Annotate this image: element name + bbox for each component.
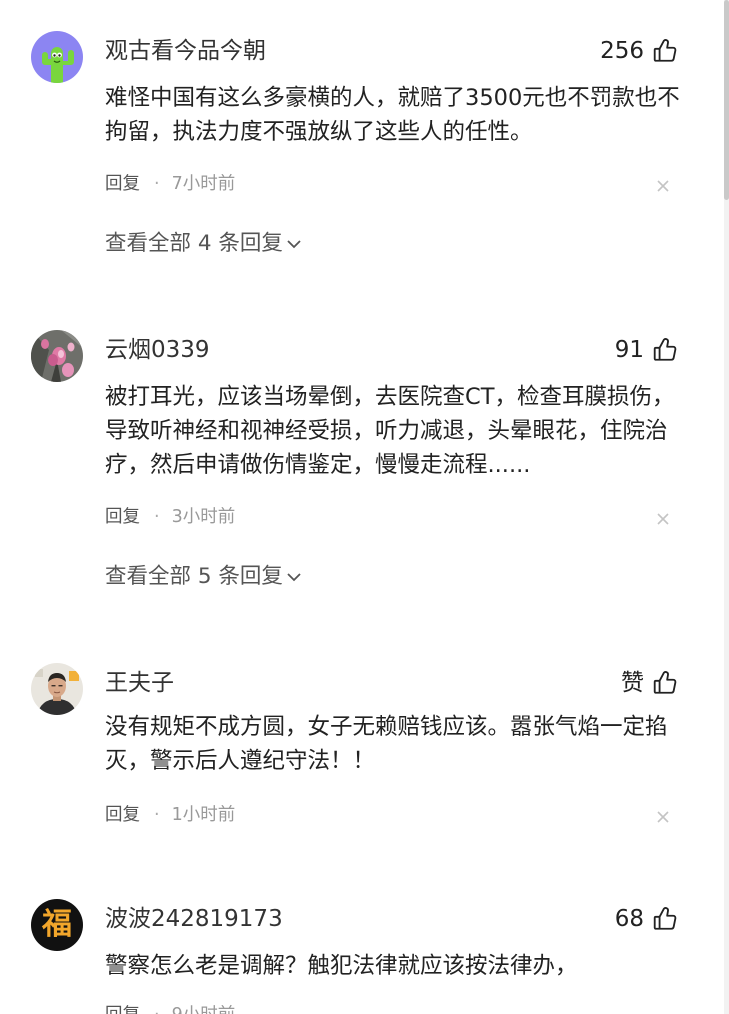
separator: · xyxy=(154,1003,160,1014)
comment-meta: 回复 · 7小时前 xyxy=(105,172,235,196)
timestamp: 3小时前 xyxy=(171,507,236,527)
like-button[interactable]: 256 xyxy=(600,35,678,67)
avatar[interactable] xyxy=(31,31,83,83)
comment-item: 云烟0339 91 被打耳光，应该当场晕倒，去医院查CT，检查耳膜损伤，导致听神… xyxy=(0,330,724,600)
username[interactable]: 观古看今品今朝 xyxy=(105,35,266,67)
close-icon[interactable] xyxy=(656,810,670,824)
timestamp: 9小时前 xyxy=(172,1003,236,1014)
comment-meta: 回复 · 3小时前 xyxy=(105,505,235,529)
comment-text: 被打耳光，应该当场晕倒，去医院查CT，检查耳膜损伤，导致听神经和视神经受损，听力… xyxy=(105,384,675,478)
thumbs-up-icon xyxy=(653,671,677,694)
timestamp: 7小时前 xyxy=(171,174,236,194)
cactus-avatar-icon xyxy=(31,31,83,83)
comment-text: 没有规矩不成方圆，女子无赖赔钱应该。嚣张气焰一定掐灭，警示后人遵纪守法！！ xyxy=(105,714,668,774)
comment-text: 警察怎么老是调解？触犯法律就应该按法律办， xyxy=(105,953,578,979)
like-button[interactable]: 91 xyxy=(615,334,678,366)
comment-item: 王夫子 赞 没有规矩不成方圆，女子无赖赔钱应该。嚣张气焰一定掐灭，警示后人遵纪守… xyxy=(0,663,724,853)
comment-item: 观古看今品今朝 256 难怪中国有这么多豪横的人，就赔了3500元也不罚款也不拘… xyxy=(0,31,724,291)
avatar[interactable] xyxy=(31,663,83,715)
comment-meta: 回复 · 9小时前 xyxy=(105,1003,235,1014)
timestamp: 1小时前 xyxy=(171,805,236,825)
avatar[interactable] xyxy=(31,330,83,382)
username[interactable]: 波波242819173 xyxy=(105,903,283,935)
flower-photo-avatar-icon xyxy=(31,330,83,382)
thumbs-up-icon xyxy=(653,338,677,361)
like-count: 68 xyxy=(614,906,644,932)
username[interactable]: 王夫子 xyxy=(105,667,174,699)
scrollbar-thumb[interactable] xyxy=(724,0,729,200)
avatar[interactable]: 福 xyxy=(31,899,83,951)
view-replies-link[interactable]: 查看全部 5 条回复 xyxy=(105,562,303,592)
reply-button[interactable]: 回复 xyxy=(105,172,140,196)
like-count: 赞 xyxy=(621,670,644,696)
reply-button[interactable]: 回复 xyxy=(105,803,140,827)
comment-text: 难怪中国有这么多豪横的人，就赔了3500元也不罚款也不拘留，执法力度不强放纵了这… xyxy=(105,85,680,145)
reply-button[interactable]: 回复 xyxy=(105,1003,140,1014)
username[interactable]: 云烟0339 xyxy=(105,334,210,366)
separator: · xyxy=(154,507,160,527)
reply-button[interactable]: 回复 xyxy=(105,505,140,529)
like-button[interactable]: 赞 xyxy=(621,667,678,699)
separator: · xyxy=(154,174,160,194)
chevron-down-icon xyxy=(287,573,301,582)
close-icon[interactable] xyxy=(656,179,670,193)
comment-item: 福 波波242819173 68 警察怎么老是调解？触犯法律就应该按法律办， 回… xyxy=(0,899,724,1014)
comment-list: 观古看今品今朝 256 难怪中国有这么多豪横的人，就赔了3500元也不罚款也不拘… xyxy=(0,0,729,1014)
view-replies-label: 查看全部 5 条回复 xyxy=(105,564,283,589)
like-button[interactable]: 68 xyxy=(615,903,678,935)
thumbs-up-icon xyxy=(653,39,677,62)
close-icon[interactable] xyxy=(656,512,670,526)
thumbs-up-icon xyxy=(653,907,677,930)
view-replies-link[interactable]: 查看全部 4 条回复 xyxy=(105,229,303,259)
chevron-down-icon xyxy=(287,240,301,249)
like-count: 91 xyxy=(614,337,644,363)
fu-character-avatar: 福 xyxy=(42,907,72,942)
view-replies-label: 查看全部 4 条回复 xyxy=(105,231,283,256)
comment-meta: 回复 · 1小时前 xyxy=(105,803,235,827)
like-count: 256 xyxy=(600,38,644,64)
person-photo-avatar-icon xyxy=(31,663,83,715)
separator: · xyxy=(154,805,160,825)
